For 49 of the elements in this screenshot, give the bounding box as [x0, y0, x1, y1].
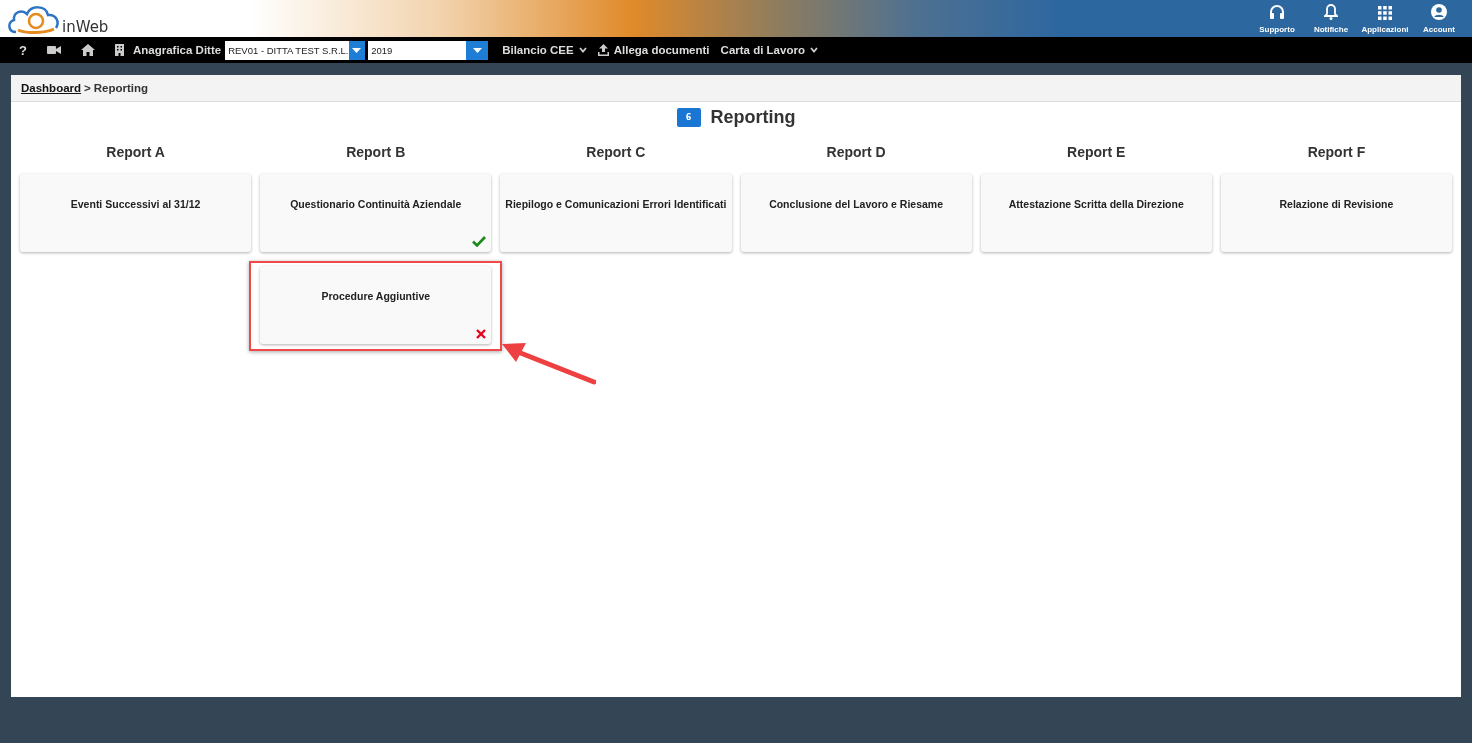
caret-down-icon — [352, 47, 362, 53]
column-heading: Report D — [825, 144, 887, 160]
company-select[interactable]: REV01 - DITTA TEST S.R.L. — [225, 40, 366, 60]
nav-menu-link[interactable]: Allega documenti — [597, 44, 710, 56]
breadcrumb-separator: > — [84, 82, 91, 94]
help-link[interactable]: ? — [19, 42, 27, 58]
report-card[interactable]: Relazione di Revisione — [1220, 174, 1452, 252]
column-heading: Report E — [1066, 144, 1127, 160]
breadcrumb-current: Reporting — [93, 82, 149, 94]
header-action-link[interactable]: Account — [1412, 0, 1466, 37]
column-heading: Report C — [585, 144, 647, 160]
logo-text: inWeb — [62, 18, 109, 36]
column-heading: Report F — [1306, 144, 1367, 160]
report-card[interactable]: Conclusione del Lavoro e Riesame — [740, 174, 972, 252]
video-camera-icon[interactable] — [46, 45, 61, 55]
page-title: Reporting — [710, 106, 796, 128]
chevron-down-icon — [578, 47, 587, 53]
report-card[interactable]: Procedure Aggiuntive — [260, 266, 492, 344]
header-action-link[interactable]: Supporto — [1250, 0, 1304, 37]
report-card[interactable]: Attestazione Scritta della Direzione — [980, 174, 1212, 252]
year-select[interactable]: 2019 — [368, 40, 489, 60]
home-icon[interactable] — [80, 44, 95, 56]
upload-icon — [597, 44, 609, 56]
nav-menu-link[interactable]: Carta di Lavoro — [720, 44, 818, 56]
card-title: Conclusione del Lavoro e Riesame — [769, 198, 943, 210]
card-title: Attestazione Scritta della Direzione — [1008, 198, 1184, 210]
nav-menu-link[interactable]: Bilancio CEE — [502, 44, 587, 56]
breadcrumb-link[interactable]: Dashboard — [21, 82, 82, 94]
card-title: Riepilogo e Comunicazioni Errori Identificati — [505, 198, 727, 210]
card-title: Eventi Successivi al 31/12 — [70, 198, 201, 210]
company-label: Anagrafica Ditte — [132, 44, 222, 56]
report-card[interactable]: Riepilogo e Comunicazioni Errori Identificati — [500, 174, 732, 252]
report-card[interactable]: Eventi Successivi al 31/12 — [20, 174, 252, 252]
card-title: Procedure Aggiuntive — [321, 290, 431, 302]
count-badge: 6 — [676, 107, 701, 127]
caret-down-icon — [472, 47, 482, 53]
report-card[interactable]: Questionario Continuità Aziendale — [260, 174, 492, 252]
grid-icon — [1378, 6, 1392, 20]
bell-icon — [1324, 4, 1338, 20]
user-circle-icon — [1431, 4, 1447, 20]
column-heading: Report A — [105, 144, 166, 160]
header-action-link[interactable]: Notifiche — [1304, 0, 1358, 37]
building-icon — [114, 44, 124, 56]
chevron-down-icon — [809, 47, 818, 53]
headset-icon — [1269, 4, 1285, 20]
card-title: Relazione di Revisione — [1279, 198, 1394, 210]
card-title: Questionario Continuità Aziendale — [290, 198, 462, 210]
column-heading: Report B — [345, 144, 407, 160]
header-action-link[interactable]: Applicazioni — [1358, 0, 1412, 37]
